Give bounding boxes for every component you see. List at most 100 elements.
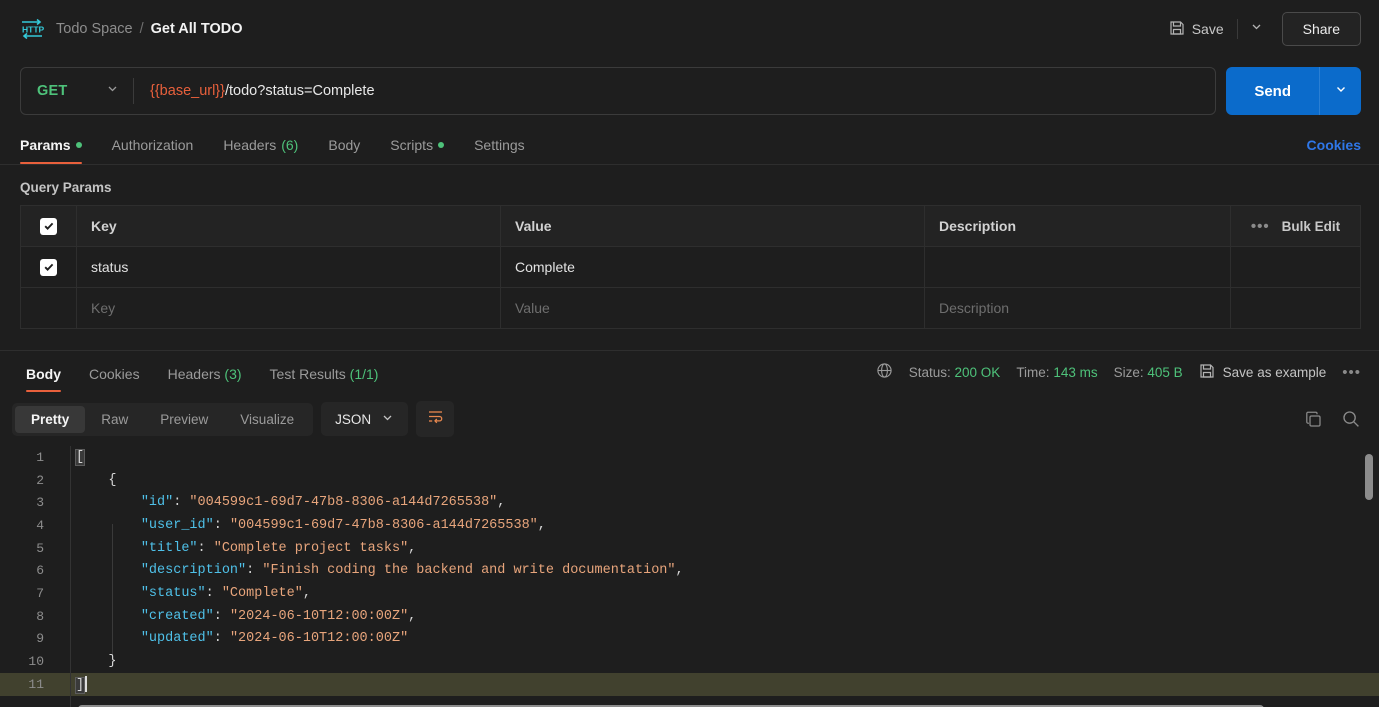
copy-icon[interactable] xyxy=(1304,410,1323,429)
code-token: : xyxy=(173,495,190,511)
column-header-value: Value xyxy=(500,205,925,247)
code-token: : xyxy=(213,631,230,647)
response-tab-test-results[interactable]: Test Results (1/1) xyxy=(270,366,379,392)
line-number: 8 xyxy=(36,608,44,624)
response-tab-headers-count: (3) xyxy=(224,366,242,382)
url-input[interactable]: {{base_url}}/todo?status=Complete xyxy=(134,83,1215,99)
row-select-cell-empty xyxy=(20,287,77,329)
size-group: Size: 405 B xyxy=(1114,365,1183,380)
code-token: "updated" xyxy=(140,631,214,647)
save-as-example-button[interactable]: Save as example xyxy=(1199,363,1327,382)
param-value-input[interactable]: Complete xyxy=(500,246,925,288)
response-format-label: JSON xyxy=(335,411,372,427)
response-tab-headers-label: Headers xyxy=(167,366,221,382)
chevron-down-icon xyxy=(106,82,119,100)
status-value: 200 OK xyxy=(954,364,1001,380)
breadcrumb-workspace[interactable]: Todo Space xyxy=(56,21,133,37)
view-mode-raw[interactable]: Raw xyxy=(85,406,144,433)
time-value: 143 ms xyxy=(1053,364,1098,380)
request-tabs: Params Authorization Headers (6) Body Sc… xyxy=(0,124,1379,164)
status-label: Status: xyxy=(908,364,951,380)
code-line-text[interactable]: "created": "2024-06-10T12:00:00Z", xyxy=(58,609,416,624)
bulk-edit-cell: ••• Bulk Edit xyxy=(1230,205,1361,247)
code-token: , xyxy=(408,608,417,624)
code-line-text[interactable]: [ xyxy=(58,448,86,466)
response-body-actions xyxy=(1304,409,1361,429)
column-header-description: Description xyxy=(924,205,1231,247)
bulk-edit-button[interactable]: Bulk Edit xyxy=(1282,219,1341,234)
send-button[interactable]: Send xyxy=(1226,67,1319,115)
code-line-text[interactable]: "id": "004599c1-69d7-47b8-8306-a144d7265… xyxy=(58,495,506,511)
code-line-text[interactable]: } xyxy=(58,654,116,669)
view-mode-visualize[interactable]: Visualize xyxy=(224,406,310,433)
top-bar-actions: Save Share xyxy=(1160,12,1361,46)
tab-scripts[interactable]: Scripts xyxy=(390,137,445,164)
response-tab-cookies[interactable]: Cookies xyxy=(89,366,140,392)
save-as-example-label: Save as example xyxy=(1222,364,1327,380)
row-actions-cell-empty xyxy=(1230,287,1361,329)
new-param-value-input[interactable]: Value xyxy=(500,287,925,329)
tab-headers[interactable]: Headers (6) xyxy=(223,137,298,164)
code-token: "2024-06-10T12:00:00Z" xyxy=(229,608,409,624)
tab-body[interactable]: Body xyxy=(328,137,360,164)
query-params-title: Query Params xyxy=(20,180,112,195)
url-variable: {{base_url}} xyxy=(150,83,225,99)
line-number: 3 xyxy=(36,495,44,511)
select-all-checkbox[interactable] xyxy=(40,217,57,235)
search-icon[interactable] xyxy=(1341,409,1361,429)
response-tabs: Body Cookies Headers (3) Test Results (1… xyxy=(0,351,1379,392)
tab-authorization-label: Authorization xyxy=(111,137,194,153)
param-key-input[interactable]: status xyxy=(76,246,501,288)
vertical-scrollbar-thumb[interactable] xyxy=(1365,454,1373,500)
save-button[interactable]: Save xyxy=(1160,14,1233,45)
code-token: "status" xyxy=(140,585,206,601)
code-token: "user_id" xyxy=(140,517,214,533)
tab-settings[interactable]: Settings xyxy=(474,137,525,164)
code-token: , xyxy=(675,563,684,579)
response-tab-body[interactable]: Body xyxy=(26,366,61,392)
code-token: : xyxy=(205,585,222,601)
code-line: 11] xyxy=(0,672,1379,696)
new-param-description-input[interactable]: Description xyxy=(924,287,1231,329)
view-mode-pretty[interactable]: Pretty xyxy=(15,405,86,433)
code-line-text[interactable]: "user_id": "004599c1-69d7-47b8-8306-a144… xyxy=(58,518,546,533)
line-number: 11 xyxy=(28,676,44,692)
breadcrumb-request-name[interactable]: Get All TODO xyxy=(151,21,243,37)
http-method-selector[interactable]: GET xyxy=(21,68,133,114)
view-mode-preview[interactable]: Preview xyxy=(144,406,224,433)
code-line-text[interactable]: "status": "Complete", xyxy=(58,586,311,601)
code-token: [ xyxy=(74,448,86,466)
row-select-cell xyxy=(20,246,77,288)
response-format-selector[interactable]: JSON xyxy=(321,402,409,436)
response-body-code[interactable]: 1[2 {3 "id": "004599c1-69d7-47b8-8306-a1… xyxy=(0,446,1379,707)
code-line-text[interactable]: "updated": "2024-06-10T12:00:00Z" xyxy=(58,631,408,646)
select-all-cell xyxy=(20,205,77,247)
param-description-input[interactable] xyxy=(924,246,1231,288)
tab-params[interactable]: Params xyxy=(20,137,82,164)
response-tab-test-results-label: Test Results xyxy=(269,366,346,382)
save-options-button[interactable] xyxy=(1242,14,1272,44)
new-param-key-input[interactable]: Key xyxy=(76,287,501,329)
table-row: status Complete xyxy=(20,246,1361,288)
response-tab-headers[interactable]: Headers (3) xyxy=(168,366,242,392)
code-line-text[interactable]: "description": "Finish coding the backen… xyxy=(58,563,684,578)
send-options-button[interactable] xyxy=(1319,67,1361,115)
code-line-text[interactable]: ] xyxy=(58,675,87,694)
code-line-text[interactable]: { xyxy=(58,473,116,488)
ellipsis-icon[interactable]: ••• xyxy=(1251,219,1270,234)
size-label: Size: xyxy=(1113,364,1144,380)
code-line-text[interactable]: "title": "Complete project tasks", xyxy=(58,541,416,556)
cookies-link[interactable]: Cookies xyxy=(1307,137,1361,164)
row-checkbox[interactable] xyxy=(40,258,57,276)
tab-authorization[interactable]: Authorization xyxy=(112,137,194,164)
share-button[interactable]: Share xyxy=(1281,12,1361,46)
ellipsis-icon[interactable]: ••• xyxy=(1342,365,1361,380)
code-token: : xyxy=(197,540,214,556)
word-wrap-button[interactable] xyxy=(416,401,455,437)
tab-headers-label: Headers xyxy=(223,137,277,153)
code-token: : xyxy=(213,517,230,533)
vertical-scrollbar[interactable] xyxy=(1364,454,1373,700)
